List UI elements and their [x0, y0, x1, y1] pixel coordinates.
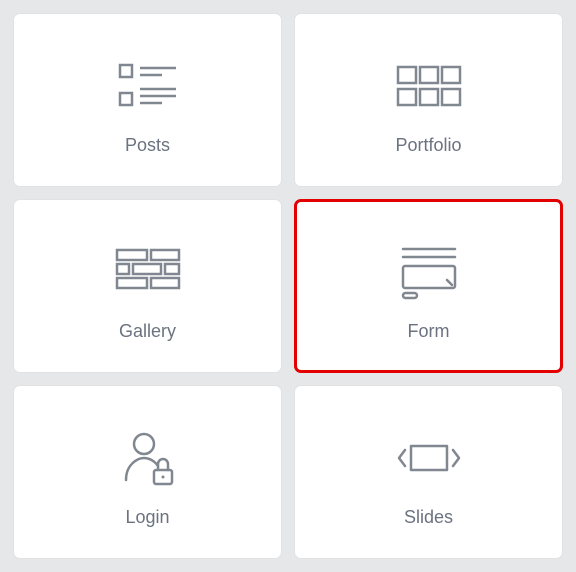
posts-icon: [116, 38, 180, 134]
card-label: Portfolio: [395, 135, 461, 156]
content-type-grid: Posts Portfolio: [14, 14, 562, 558]
card-label: Slides: [404, 507, 453, 528]
card-slides[interactable]: Slides: [295, 386, 562, 558]
card-login[interactable]: Login: [14, 386, 281, 558]
card-label: Login: [125, 507, 169, 528]
card-portfolio[interactable]: Portfolio: [295, 14, 562, 186]
login-icon: [120, 410, 176, 506]
card-label: Posts: [125, 135, 170, 156]
portfolio-icon: [395, 38, 463, 134]
slides-icon: [393, 410, 465, 506]
card-posts[interactable]: Posts: [14, 14, 281, 186]
form-icon: [397, 224, 461, 320]
card-label: Form: [408, 321, 450, 342]
gallery-icon: [114, 224, 182, 320]
card-form[interactable]: Form: [295, 200, 562, 372]
card-gallery[interactable]: Gallery: [14, 200, 281, 372]
card-label: Gallery: [119, 321, 176, 342]
